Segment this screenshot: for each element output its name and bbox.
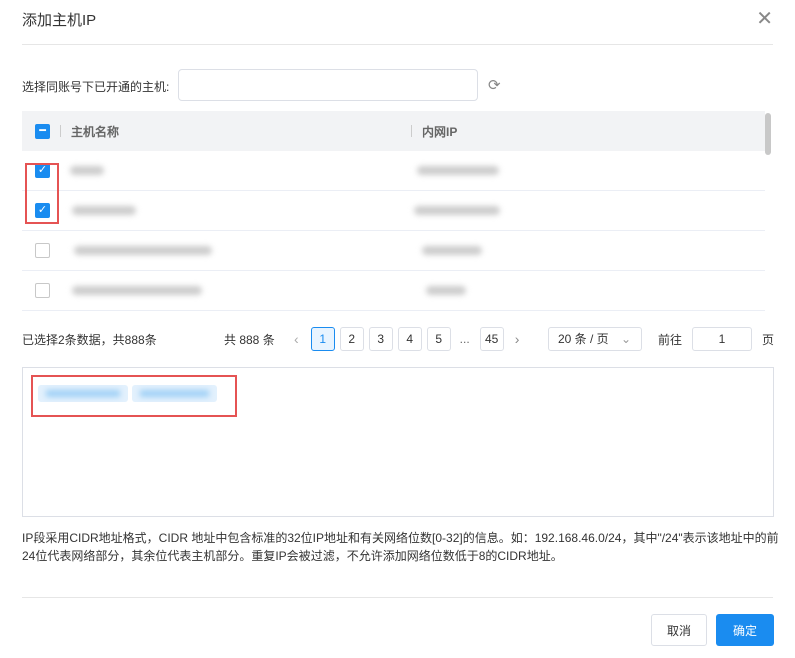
table-scrollbar[interactable] [765,113,771,155]
total-count: 共 888 条 [224,333,275,347]
page-5[interactable]: 5 [426,327,451,351]
row-checkbox[interactable] [35,243,50,258]
column-private-ip: 内网IP [422,124,458,139]
page-size-value: 20 条 / 页 [558,332,609,346]
confirm-button[interactable]: 确定 [716,614,774,646]
select-all-checkbox[interactable]: ━ [35,123,50,139]
close-icon[interactable]: ✕ [756,6,773,31]
page-suffix: 页 [762,333,775,347]
divider [22,44,773,45]
table-row[interactable] [22,231,765,271]
page-1[interactable]: 1 [310,327,335,351]
page-4[interactable]: 4 [397,327,422,351]
table-row[interactable]: ✓ [22,151,765,191]
table-header: ━ 主机名称 内网IP [22,111,765,151]
highlight-box [25,163,59,224]
dialog-title: 添加主机IP [22,12,97,29]
highlight-box [31,375,237,417]
divider [22,597,773,598]
next-page-icon[interactable]: › [515,331,520,347]
row-checkbox[interactable] [35,283,50,298]
chevron-down-icon: ⌄ [620,332,631,346]
page-ellipsis[interactable]: ... [460,332,470,346]
column-host-name: 主机名称 [71,124,120,139]
selected-count: 已选择2条数据，共888条 [22,333,157,347]
refresh-icon[interactable]: ⟳ [488,76,501,94]
prev-page-icon[interactable]: ‹ [294,331,299,347]
page-3[interactable]: 3 [368,327,393,351]
page-last[interactable]: 45 [479,327,504,351]
host-search-input[interactable] [178,69,478,101]
goto-label: 前往 [658,333,683,347]
host-select-label: 选择同账号下已开通的主机: [22,80,170,94]
table-row[interactable] [22,271,765,311]
host-table: ━ 主机名称 内网IP ✓ ✓ [22,111,765,311]
cidr-hint: IP段采用CIDR地址格式，CIDR 地址中包含标准的32位IP地址和有关网络位… [22,531,779,563]
table-row[interactable]: ✓ [22,191,765,231]
goto-page-input[interactable]: 1 [692,327,752,351]
cancel-button[interactable]: 取消 [651,614,707,646]
page-size-select[interactable]: 20 条 / 页 ⌄ [548,327,642,351]
page-2[interactable]: 2 [339,327,364,351]
